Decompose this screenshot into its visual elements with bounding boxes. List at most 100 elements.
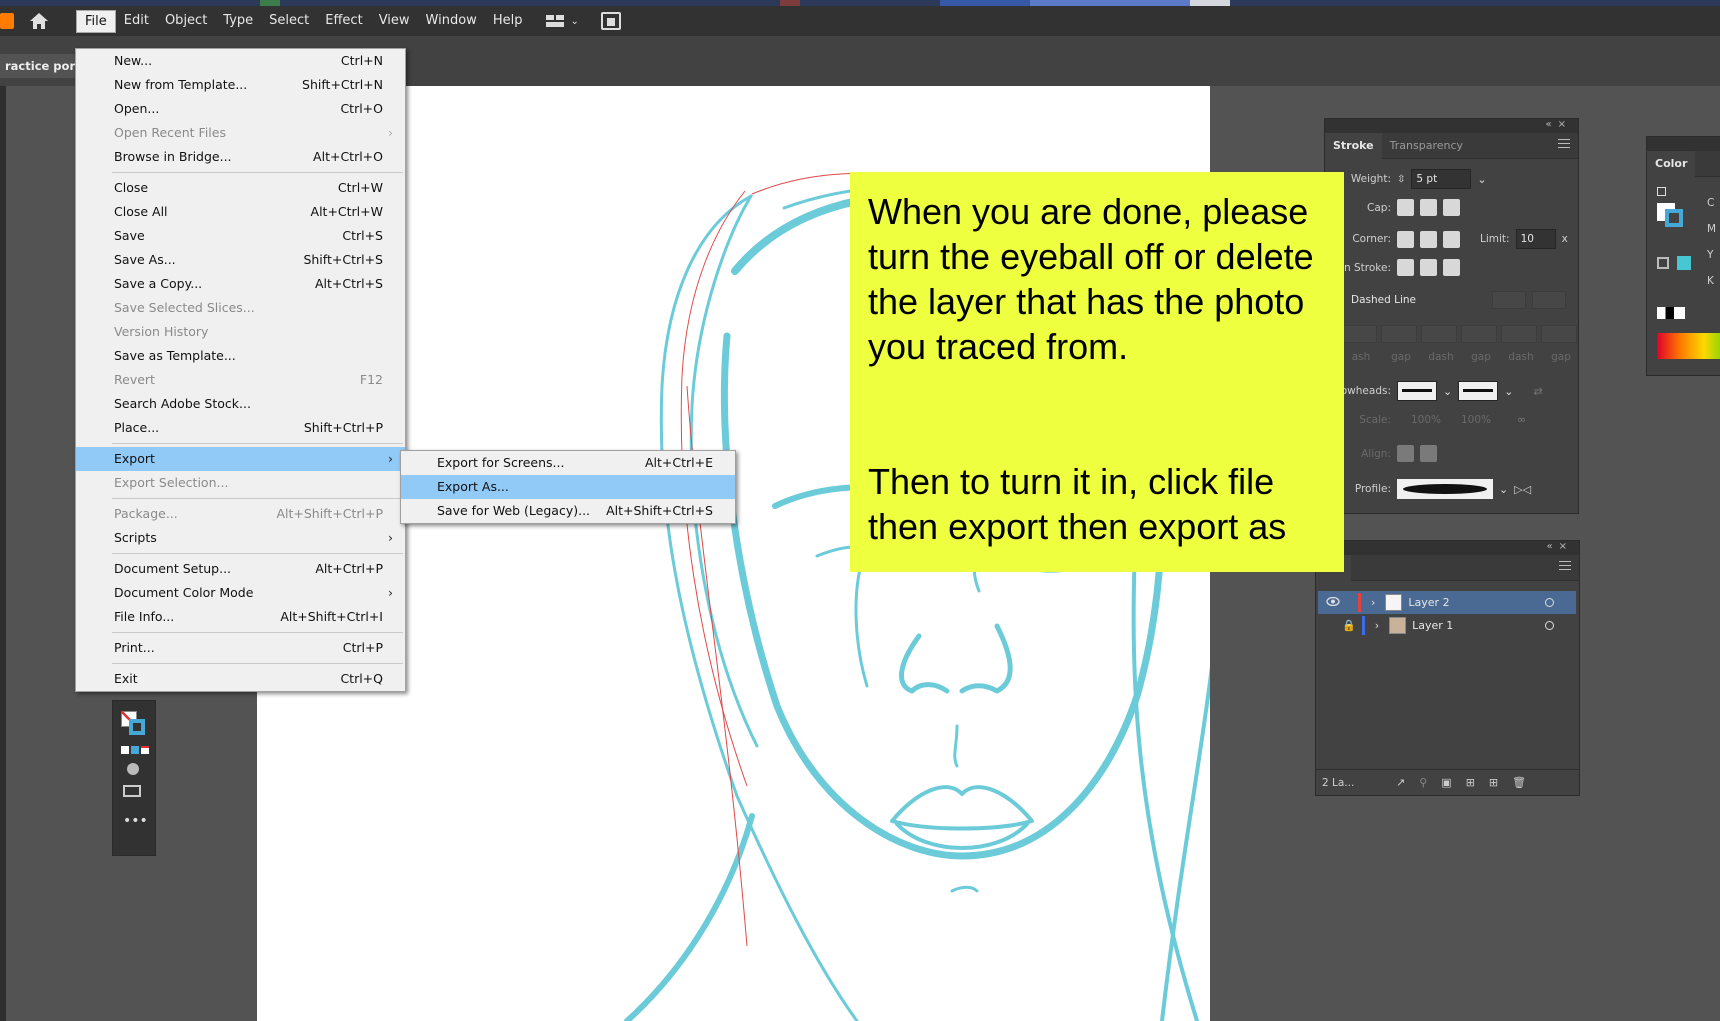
butt-cap-icon[interactable] [1397,199,1414,216]
menu-item-exit[interactable]: Exit Ctrl+Q [76,667,405,691]
dash-field-1 [1341,325,1377,343]
screen-mode-icon[interactable] [123,785,141,797]
weight-dropdown-icon[interactable]: ⌄ [1477,173,1486,186]
document-tab[interactable]: ractice portra [0,54,78,78]
layer-thumbnail [1385,594,1403,611]
bevel-join-icon[interactable] [1443,230,1460,248]
layer-row-layer-2[interactable]: › Layer 2 [1318,591,1576,614]
new-sublayer-icon[interactable]: ⊞ [1466,776,1475,789]
menu-item-open[interactable]: Open... Ctrl+O [76,97,405,121]
menu-item-file-info[interactable]: File Info... Alt+Shift+Ctrl+I [76,605,405,629]
menu-item-export-for-screens[interactable]: Export for Screens... Alt+Ctrl+E [401,451,735,475]
menu-effect[interactable]: Effect [317,10,370,33]
menu-file[interactable]: File [76,9,116,33]
flip-profile-icon[interactable]: ▷◁ [1514,483,1531,496]
draw-mode-icon[interactable] [127,763,139,775]
tab-transparency[interactable]: Transparency [1382,133,1471,159]
menu-item-new[interactable]: New... Ctrl+N [76,49,405,73]
panel-collapse-close-icon[interactable]: «× [1547,541,1574,552]
menu-item-save-as[interactable]: Save As... Shift+Ctrl+S [76,248,405,272]
none-swatch[interactable] [1657,307,1685,319]
target-circle-icon[interactable] [1545,598,1554,607]
menu-item-place[interactable]: Place... Shift+Ctrl+P [76,416,405,440]
layer-name[interactable]: Layer 1 [1412,619,1453,632]
menu-item-save-for-web[interactable]: Save for Web (Legacy)... Alt+Shift+Ctrl+S [401,499,735,523]
panel-collapse-close-icon[interactable]: «× [1546,119,1573,130]
align-inside-icon[interactable] [1420,259,1437,276]
menu-item-close-all[interactable]: Close All Alt+Ctrl+W [76,200,405,224]
chevron-right-icon: › [388,585,393,600]
profile-select[interactable] [1397,479,1493,499]
menu-item-new-from-template[interactable]: New from Template... Shift+Ctrl+N [76,73,405,97]
menu-item-save-template[interactable]: Save as Template... [76,344,405,368]
chevron-down-icon[interactable]: ⌄ [1499,483,1508,496]
menu-item-browse-bridge[interactable]: Browse in Bridge... Alt+Ctrl+O [76,145,405,169]
tab-color[interactable]: Color [1647,150,1696,177]
web-safe-swatch[interactable] [1677,256,1691,270]
menu-type[interactable]: Type [215,10,261,33]
workspace-switcher[interactable]: ⌄ [546,14,579,28]
lock-icon[interactable]: 🔒 [1342,619,1356,632]
menu-item-close[interactable]: Close Ctrl+W [76,176,405,200]
weight-stepper-icon[interactable]: ⇳ [1397,174,1405,185]
menu-item-export[interactable]: Export › [76,447,405,471]
delete-layer-icon[interactable]: 🗑 [1512,776,1526,789]
projecting-cap-icon[interactable] [1443,199,1460,216]
clipping-mask-icon[interactable]: ▣ [1441,776,1451,789]
menu-separator [112,632,403,633]
menu-item-search-stock[interactable]: Search Adobe Stock... [76,392,405,416]
menu-help[interactable]: Help [485,10,531,33]
left-edge [0,86,6,1021]
color-mode-icons[interactable] [121,746,149,756]
export-layer-icon[interactable]: ↗ [1396,776,1405,789]
chevron-down-icon[interactable]: ⌄ [1504,385,1513,398]
chevron-right-icon: › [388,125,393,140]
target-circle-icon[interactable] [1545,621,1554,630]
locate-object-icon[interactable]: ⚲ [1419,776,1427,789]
panel-menu-icon[interactable] [1558,139,1570,151]
home-icon[interactable] [28,11,50,31]
round-cap-icon[interactable] [1420,199,1437,216]
menu-object[interactable]: Object [157,10,215,33]
start-arrowhead-select[interactable] [1397,381,1437,401]
limit-field[interactable]: 10 [1515,229,1556,249]
menu-item-scripts[interactable]: Scripts › [76,526,405,550]
menu-item-export-as[interactable]: Export As... [401,475,735,499]
layers-panel: «× ers › Layer 2 🔒 › Layer 1 2 La... ↗ ⚲ [1315,540,1580,796]
menu-item-document-color-mode[interactable]: Document Color Mode › [76,581,405,605]
menu-view[interactable]: View [371,10,418,33]
visibility-eye-icon[interactable] [1318,596,1348,609]
dash-label: dash [1508,351,1534,363]
arrange-documents-icon[interactable] [600,12,621,30]
layer-row-layer-1[interactable]: 🔒 › Layer 1 [1318,614,1576,637]
menu-item-save-copy[interactable]: Save a Copy... Alt+Ctrl+S [76,272,405,296]
menu-edit[interactable]: Edit [116,10,157,33]
menu-select[interactable]: Select [261,10,317,33]
more-tools-icon[interactable]: ••• [123,813,148,829]
color-spectrum[interactable] [1657,333,1720,359]
menu-item-document-setup[interactable]: Document Setup... Alt+Ctrl+P [76,557,405,581]
expand-chevron-icon[interactable]: › [1375,619,1379,632]
layer-thumbnail [1389,617,1407,634]
layer-name[interactable]: Layer 2 [1408,596,1449,609]
tab-stroke[interactable]: Stroke [1325,132,1382,159]
color-panel: Color C M Y K [1646,136,1720,376]
align-center-icon[interactable] [1397,259,1414,276]
gap-label: gap [1471,351,1491,363]
expand-chevron-icon[interactable]: › [1371,596,1375,609]
menu-item-save[interactable]: Save Ctrl+S [76,224,405,248]
panel-header: «× [1325,119,1578,133]
weight-field[interactable]: 5 pt [1411,169,1472,189]
menu-item-save-slices: Save Selected Slices... [114,300,255,315]
fill-stroke-icon[interactable] [1657,187,1685,227]
round-join-icon[interactable] [1420,230,1437,248]
end-arrowhead-select[interactable] [1458,381,1499,401]
miter-join-icon[interactable] [1397,230,1414,248]
menu-window[interactable]: Window [418,10,485,33]
menu-item-print[interactable]: Print... Ctrl+P [76,636,405,660]
new-layer-icon[interactable]: ⊞ [1489,776,1498,789]
chevron-down-icon[interactable]: ⌄ [1443,385,1452,398]
align-outside-icon[interactable] [1443,259,1460,276]
fill-stroke-icon[interactable] [121,711,145,735]
panel-menu-icon[interactable] [1559,561,1571,573]
